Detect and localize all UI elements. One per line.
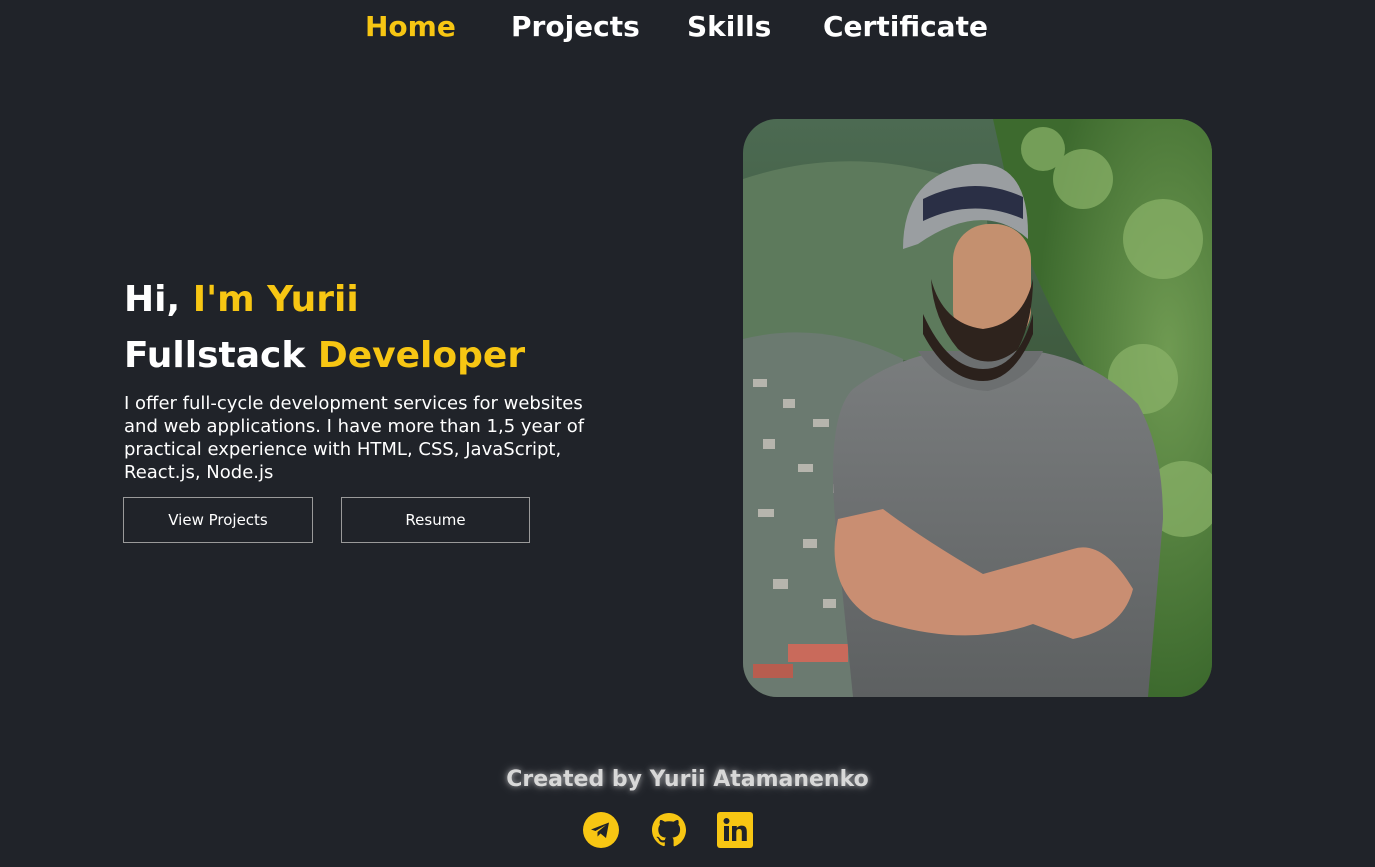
profile-photo-illustration bbox=[743, 119, 1212, 697]
role-text: Fullstack bbox=[124, 335, 306, 376]
hero-greeting-line: Hi, I'm Yurii bbox=[124, 272, 604, 328]
hero-name: I'm Yurii bbox=[192, 279, 359, 320]
nav-certificate[interactable]: Certificate bbox=[823, 10, 988, 43]
greeting-text: Hi, bbox=[124, 279, 181, 320]
hero-intro: Hi, I'm Yurii Fullstack Developer I offe… bbox=[124, 272, 604, 484]
nav-home[interactable]: Home bbox=[365, 10, 456, 43]
top-navigation: Home Projects Skills Certificate bbox=[0, 0, 1375, 60]
linkedin-icon[interactable] bbox=[716, 811, 754, 849]
telegram-icon[interactable] bbox=[582, 811, 620, 849]
profile-photo bbox=[743, 119, 1212, 697]
view-projects-button[interactable]: View Projects bbox=[123, 497, 313, 543]
nav-projects[interactable]: Projects bbox=[511, 10, 640, 43]
resume-button[interactable]: Resume bbox=[341, 497, 530, 543]
hero-role-line: Fullstack Developer bbox=[124, 328, 604, 384]
nav-skills[interactable]: Skills bbox=[687, 10, 771, 43]
role-accent-text: Developer bbox=[317, 335, 526, 376]
footer-credit: Created by Yurii Atamanenko bbox=[506, 767, 869, 792]
hero-description: I offer full-cycle development services … bbox=[124, 393, 585, 483]
github-icon[interactable] bbox=[650, 811, 688, 849]
